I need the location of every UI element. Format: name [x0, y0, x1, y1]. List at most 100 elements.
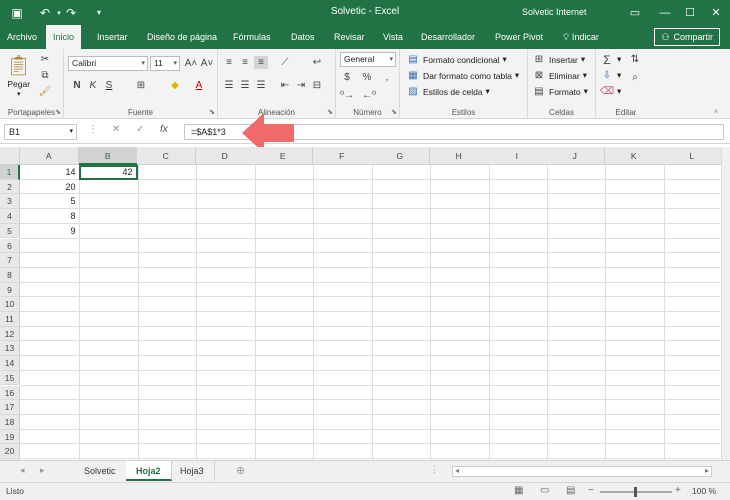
sheet-tab-hoja2[interactable]: Hoja2	[126, 461, 172, 481]
comma-button[interactable]: ‚	[380, 71, 394, 84]
tab-archivo[interactable]: Archivo	[0, 25, 44, 49]
bottom-align-button[interactable]: ≡	[254, 56, 268, 69]
page-layout-icon[interactable]: ▭	[540, 485, 549, 496]
cell-a2[interactable]: 20	[20, 180, 79, 195]
row-header-20[interactable]: 20	[0, 444, 20, 459]
cell-a1[interactable]: 14	[20, 165, 79, 180]
underline-button[interactable]: S	[102, 79, 116, 92]
format-painter-button[interactable]: 🖌︎	[38, 85, 52, 98]
tab-inicio[interactable]: Inicio	[46, 25, 82, 50]
cell-b1[interactable]: 42	[79, 165, 138, 180]
copy-button[interactable]: ⧉	[38, 69, 52, 82]
column-header-f[interactable]: F	[313, 147, 372, 165]
insert-function-icon[interactable]: fx	[160, 124, 168, 135]
insert-cells-button[interactable]: ⊞ Insertar ▾	[532, 53, 585, 66]
column-header-h[interactable]: H	[430, 147, 489, 165]
tab-datos[interactable]: Datos	[284, 25, 322, 49]
grow-font-button[interactable]: A˄	[184, 57, 198, 70]
middle-align-button[interactable]: ≡	[238, 56, 252, 69]
decrease-indent-button[interactable]: ⇤	[278, 79, 292, 92]
column-header-a[interactable]: A	[20, 147, 79, 165]
dialog-launcher-icon[interactable]: ⬊	[391, 108, 397, 116]
row-header-12[interactable]: 12	[0, 326, 20, 342]
italic-button[interactable]: K	[86, 79, 100, 92]
autosum-button[interactable]: Σ ▾	[600, 53, 621, 67]
row-header-4[interactable]: 4	[0, 209, 20, 224]
align-right-button[interactable]: ☰	[254, 79, 268, 92]
number-format-select[interactable]: General ▾	[340, 52, 396, 67]
top-align-button[interactable]: ≡	[222, 56, 236, 69]
row-header-7[interactable]: 7	[0, 253, 20, 268]
tab-vista[interactable]: Vista	[376, 25, 410, 49]
row-header-18[interactable]: 18	[0, 414, 20, 430]
column-header-l[interactable]: L	[663, 147, 721, 165]
wrap-text-button[interactable]: ↩	[310, 56, 324, 69]
clear-button[interactable]: ⌫ ▾	[600, 85, 621, 98]
row-header-2[interactable]: 2	[0, 179, 20, 195]
user-name[interactable]: Solvetic Internet	[522, 7, 587, 17]
sort-filter-button[interactable]: ⇅	[628, 53, 642, 66]
zoom-slider[interactable]	[600, 487, 672, 497]
row-header-10[interactable]: 10	[0, 297, 20, 312]
worksheet-grid[interactable]: ABCDEFGHIJKL 1 2 3 4 5 6 7 8 9 10 11 12 13 14 15 16 17 18…	[0, 147, 721, 460]
font-size-select[interactable]: 11 ▾	[150, 56, 180, 71]
font-name-select[interactable]: Calibri ▾	[68, 56, 148, 71]
normal-view-icon[interactable]: ▦	[514, 485, 523, 496]
select-all-corner[interactable]	[0, 147, 20, 165]
borders-button[interactable]: ⊞	[134, 79, 148, 92]
cut-button[interactable]: ✂	[38, 53, 52, 66]
sheet-tab-hoja3[interactable]: Hoja3	[170, 461, 215, 481]
scroll-left-icon[interactable]: ◂	[455, 466, 459, 475]
sheet-tab-solvetic[interactable]: Solvetic	[74, 461, 127, 481]
align-center-button[interactable]: ☰	[238, 79, 252, 92]
delete-cells-button[interactable]: ⊠ Eliminar ▾	[532, 69, 587, 82]
row-header-1[interactable]: 1	[0, 165, 20, 180]
cancel-icon[interactable]: ✕	[112, 124, 120, 135]
vertical-scrollbar[interactable]	[721, 147, 730, 460]
zoom-level[interactable]: 100 %	[692, 486, 716, 496]
tab-revisar[interactable]: Revisar	[327, 25, 372, 49]
scroll-right-icon[interactable]: ▸	[40, 465, 45, 476]
scroll-right-icon[interactable]: ▸	[705, 466, 709, 475]
cell-styles-button[interactable]: ▨ Estilos de celda ▾	[406, 85, 490, 98]
merge-center-button[interactable]: ⊟	[310, 79, 324, 92]
share-button[interactable]: ⚇ Compartir	[654, 28, 720, 46]
dialog-launcher-icon[interactable]: ⬊	[327, 108, 333, 116]
column-header-i[interactable]: I	[488, 147, 547, 165]
column-header-b[interactable]: B	[79, 147, 138, 165]
paste-button[interactable]: 📋︎ Pegar ▾	[6, 53, 31, 98]
currency-button[interactable]: $	[340, 71, 354, 84]
zoom-in-icon[interactable]: +	[675, 485, 681, 496]
bold-button[interactable]: N	[70, 79, 84, 92]
cell-a3[interactable]: 5	[20, 194, 79, 209]
dialog-launcher-icon[interactable]: ⬊	[55, 108, 61, 116]
font-color-button[interactable]: A	[192, 79, 206, 92]
tab-insertar[interactable]: Insertar	[90, 25, 135, 49]
column-header-d[interactable]: D	[196, 147, 255, 165]
orientation-button[interactable]: ⟋	[278, 56, 292, 69]
row-header-6[interactable]: 6	[0, 238, 20, 254]
row-header-3[interactable]: 3	[0, 194, 20, 210]
row-header-11[interactable]: 11	[0, 312, 20, 327]
row-header-19[interactable]: 19	[0, 429, 20, 445]
decrease-decimal-button[interactable]: ←⁰	[362, 89, 376, 102]
page-break-icon[interactable]: ▤	[566, 485, 575, 496]
increase-decimal-button[interactable]: ⁰→	[340, 89, 354, 102]
cell-a5[interactable]: 9	[20, 224, 79, 239]
row-header-16[interactable]: 16	[0, 385, 20, 401]
conditional-format-button[interactable]: ▤ Formato condicional ▾	[406, 53, 507, 66]
zoom-out-icon[interactable]: −	[588, 485, 594, 496]
horizontal-scrollbar[interactable]: ◂ ▸	[452, 466, 712, 477]
percent-button[interactable]: %	[360, 71, 374, 84]
fill-button[interactable]: ⇩ ▾	[600, 69, 621, 82]
tab-power-pivot[interactable]: Power Pivot	[488, 25, 550, 49]
close-icon[interactable]: ✕	[696, 0, 730, 25]
zoom-slider-thumb[interactable]	[634, 487, 637, 497]
column-header-e[interactable]: E	[254, 147, 313, 165]
cell-a4[interactable]: 8	[20, 209, 79, 224]
tab-formulas[interactable]: Fórmulas	[226, 25, 278, 49]
format-as-table-button[interactable]: ▦ Dar formato como tabla ▾	[406, 69, 519, 82]
tell-me[interactable]: 💡︎ Indicar	[556, 25, 606, 49]
row-header-17[interactable]: 17	[0, 400, 20, 415]
row-header-8[interactable]: 8	[0, 267, 20, 283]
